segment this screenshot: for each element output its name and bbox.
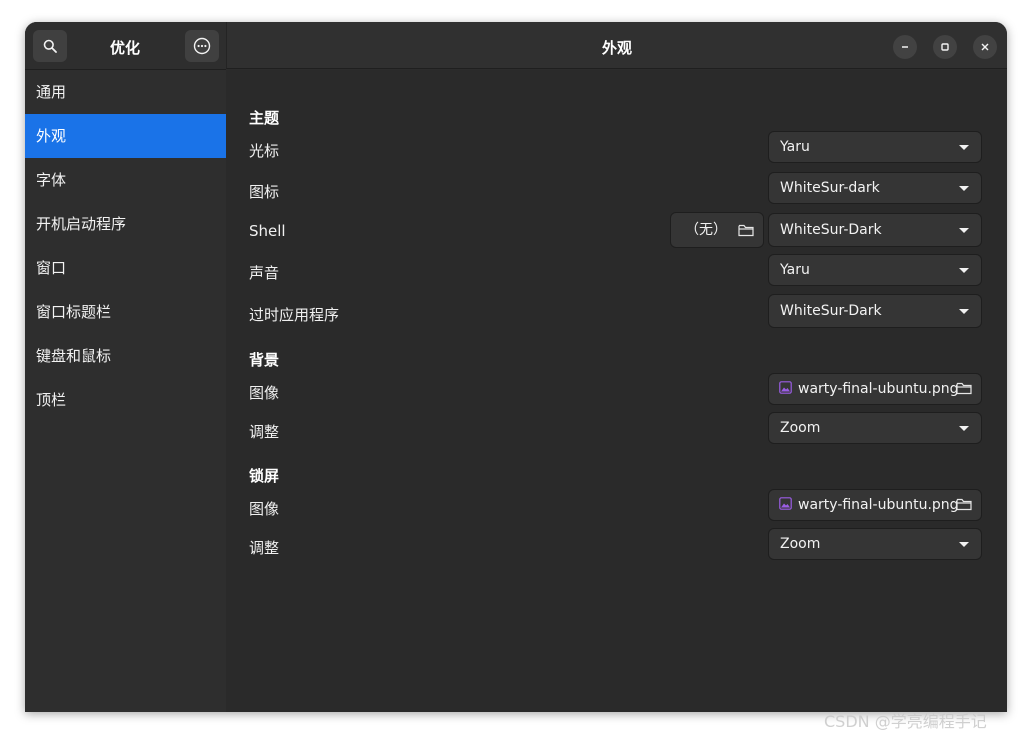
main-header: 外观 [226, 22, 1007, 69]
dropdown-arrow-icon [959, 268, 969, 273]
sound-dropdown[interactable]: Yaru [768, 254, 982, 286]
dropdown-arrow-icon [959, 145, 969, 150]
legacy-apps-dropdown[interactable]: WhiteSur-Dark [768, 294, 982, 328]
lockscreen-adjust-dropdown[interactable]: Zoom [768, 528, 982, 560]
image-file-icon [779, 497, 792, 510]
icons-dropdown[interactable]: WhiteSur-dark [768, 172, 982, 204]
more-options-icon [193, 37, 211, 55]
background-adjust-label: 调整 [249, 423, 280, 441]
folder-icon [956, 498, 972, 511]
close-icon [981, 43, 989, 51]
icons-label: 图标 [249, 183, 280, 201]
search-button[interactable] [33, 30, 67, 62]
cursor-value: Yaru [780, 139, 810, 155]
more-options-button[interactable] [185, 30, 219, 62]
sidebar-title: 优化 [109, 39, 141, 57]
section-title-background: 背景 [249, 351, 280, 369]
background-adjust-dropdown[interactable]: Zoom [768, 412, 982, 444]
sidebar: 优化 通用 外观 字体 开机启动程序 窗口 窗口标题栏 键盘和鼠标 顶栏 [25, 22, 226, 712]
sidebar-item-windows[interactable]: 窗口 [25, 246, 226, 290]
background-image-value: warty-final-ubuntu.png [798, 381, 959, 397]
sidebar-item-appearance[interactable]: 外观 [25, 114, 226, 158]
sidebar-item-general[interactable]: 通用 [25, 70, 226, 114]
sidebar-nav: 通用 外观 字体 开机启动程序 窗口 窗口标题栏 键盘和鼠标 顶栏 [25, 70, 226, 422]
image-file-icon [779, 381, 792, 394]
sidebar-item-fonts[interactable]: 字体 [25, 158, 226, 202]
page-title: 外观 [601, 39, 633, 57]
sidebar-item-startup-applications[interactable]: 开机启动程序 [25, 202, 226, 246]
background-adjust-value: Zoom [780, 420, 821, 436]
cursor-label: 光标 [249, 142, 280, 160]
icons-value: WhiteSur-dark [780, 180, 880, 196]
legacy-apps-value: WhiteSur-Dark [780, 303, 882, 319]
dropdown-arrow-icon [959, 186, 969, 191]
legacy-apps-label: 过时应用程序 [249, 306, 340, 324]
maximize-button[interactable] [933, 35, 957, 59]
maximize-icon [941, 43, 949, 51]
lockscreen-image-label: 图像 [249, 500, 280, 518]
shell-file-value: （无） [685, 222, 727, 238]
background-image-button[interactable]: warty-final-ubuntu.png [768, 373, 982, 405]
shell-file-button[interactable]: （无） [670, 212, 764, 248]
appearance-panel: 主题 光标 Yaru 图标 WhiteSur-dark Shell （无） Wh… [226, 70, 1007, 712]
dropdown-arrow-icon [959, 542, 969, 547]
folder-icon [956, 382, 972, 395]
shell-label: Shell [249, 222, 286, 240]
minimize-button[interactable] [893, 35, 917, 59]
section-title-theme: 主题 [249, 109, 280, 127]
dropdown-arrow-icon [959, 309, 969, 314]
section-title-lockscreen: 锁屏 [249, 467, 280, 485]
sidebar-item-top-bar[interactable]: 顶栏 [25, 378, 226, 422]
sound-label: 声音 [249, 264, 280, 282]
sidebar-item-window-titlebars[interactable]: 窗口标题栏 [25, 290, 226, 334]
background-image-label: 图像 [249, 384, 280, 402]
sidebar-item-keyboard-mouse[interactable]: 键盘和鼠标 [25, 334, 226, 378]
dropdown-arrow-icon [959, 228, 969, 233]
lockscreen-adjust-label: 调整 [249, 539, 280, 557]
lockscreen-adjust-value: Zoom [780, 536, 821, 552]
minimize-icon [902, 46, 908, 48]
shell-value: WhiteSur-Dark [780, 222, 882, 238]
cursor-dropdown[interactable]: Yaru [768, 131, 982, 163]
shell-dropdown[interactable]: WhiteSur-Dark [768, 213, 982, 247]
sidebar-header: 优化 [25, 22, 226, 70]
lockscreen-image-value: warty-final-ubuntu.png [798, 497, 959, 513]
dropdown-arrow-icon [959, 426, 969, 431]
watermark: CSDN @学亮编程手记 [824, 712, 987, 731]
search-icon [43, 39, 57, 53]
sound-value: Yaru [780, 262, 810, 278]
close-button[interactable] [973, 35, 997, 59]
folder-icon [738, 224, 754, 237]
lockscreen-image-button[interactable]: warty-final-ubuntu.png [768, 489, 982, 521]
tweaks-window: 优化 通用 外观 字体 开机启动程序 窗口 窗口标题栏 键盘和鼠标 顶栏 外观 [25, 22, 1007, 712]
